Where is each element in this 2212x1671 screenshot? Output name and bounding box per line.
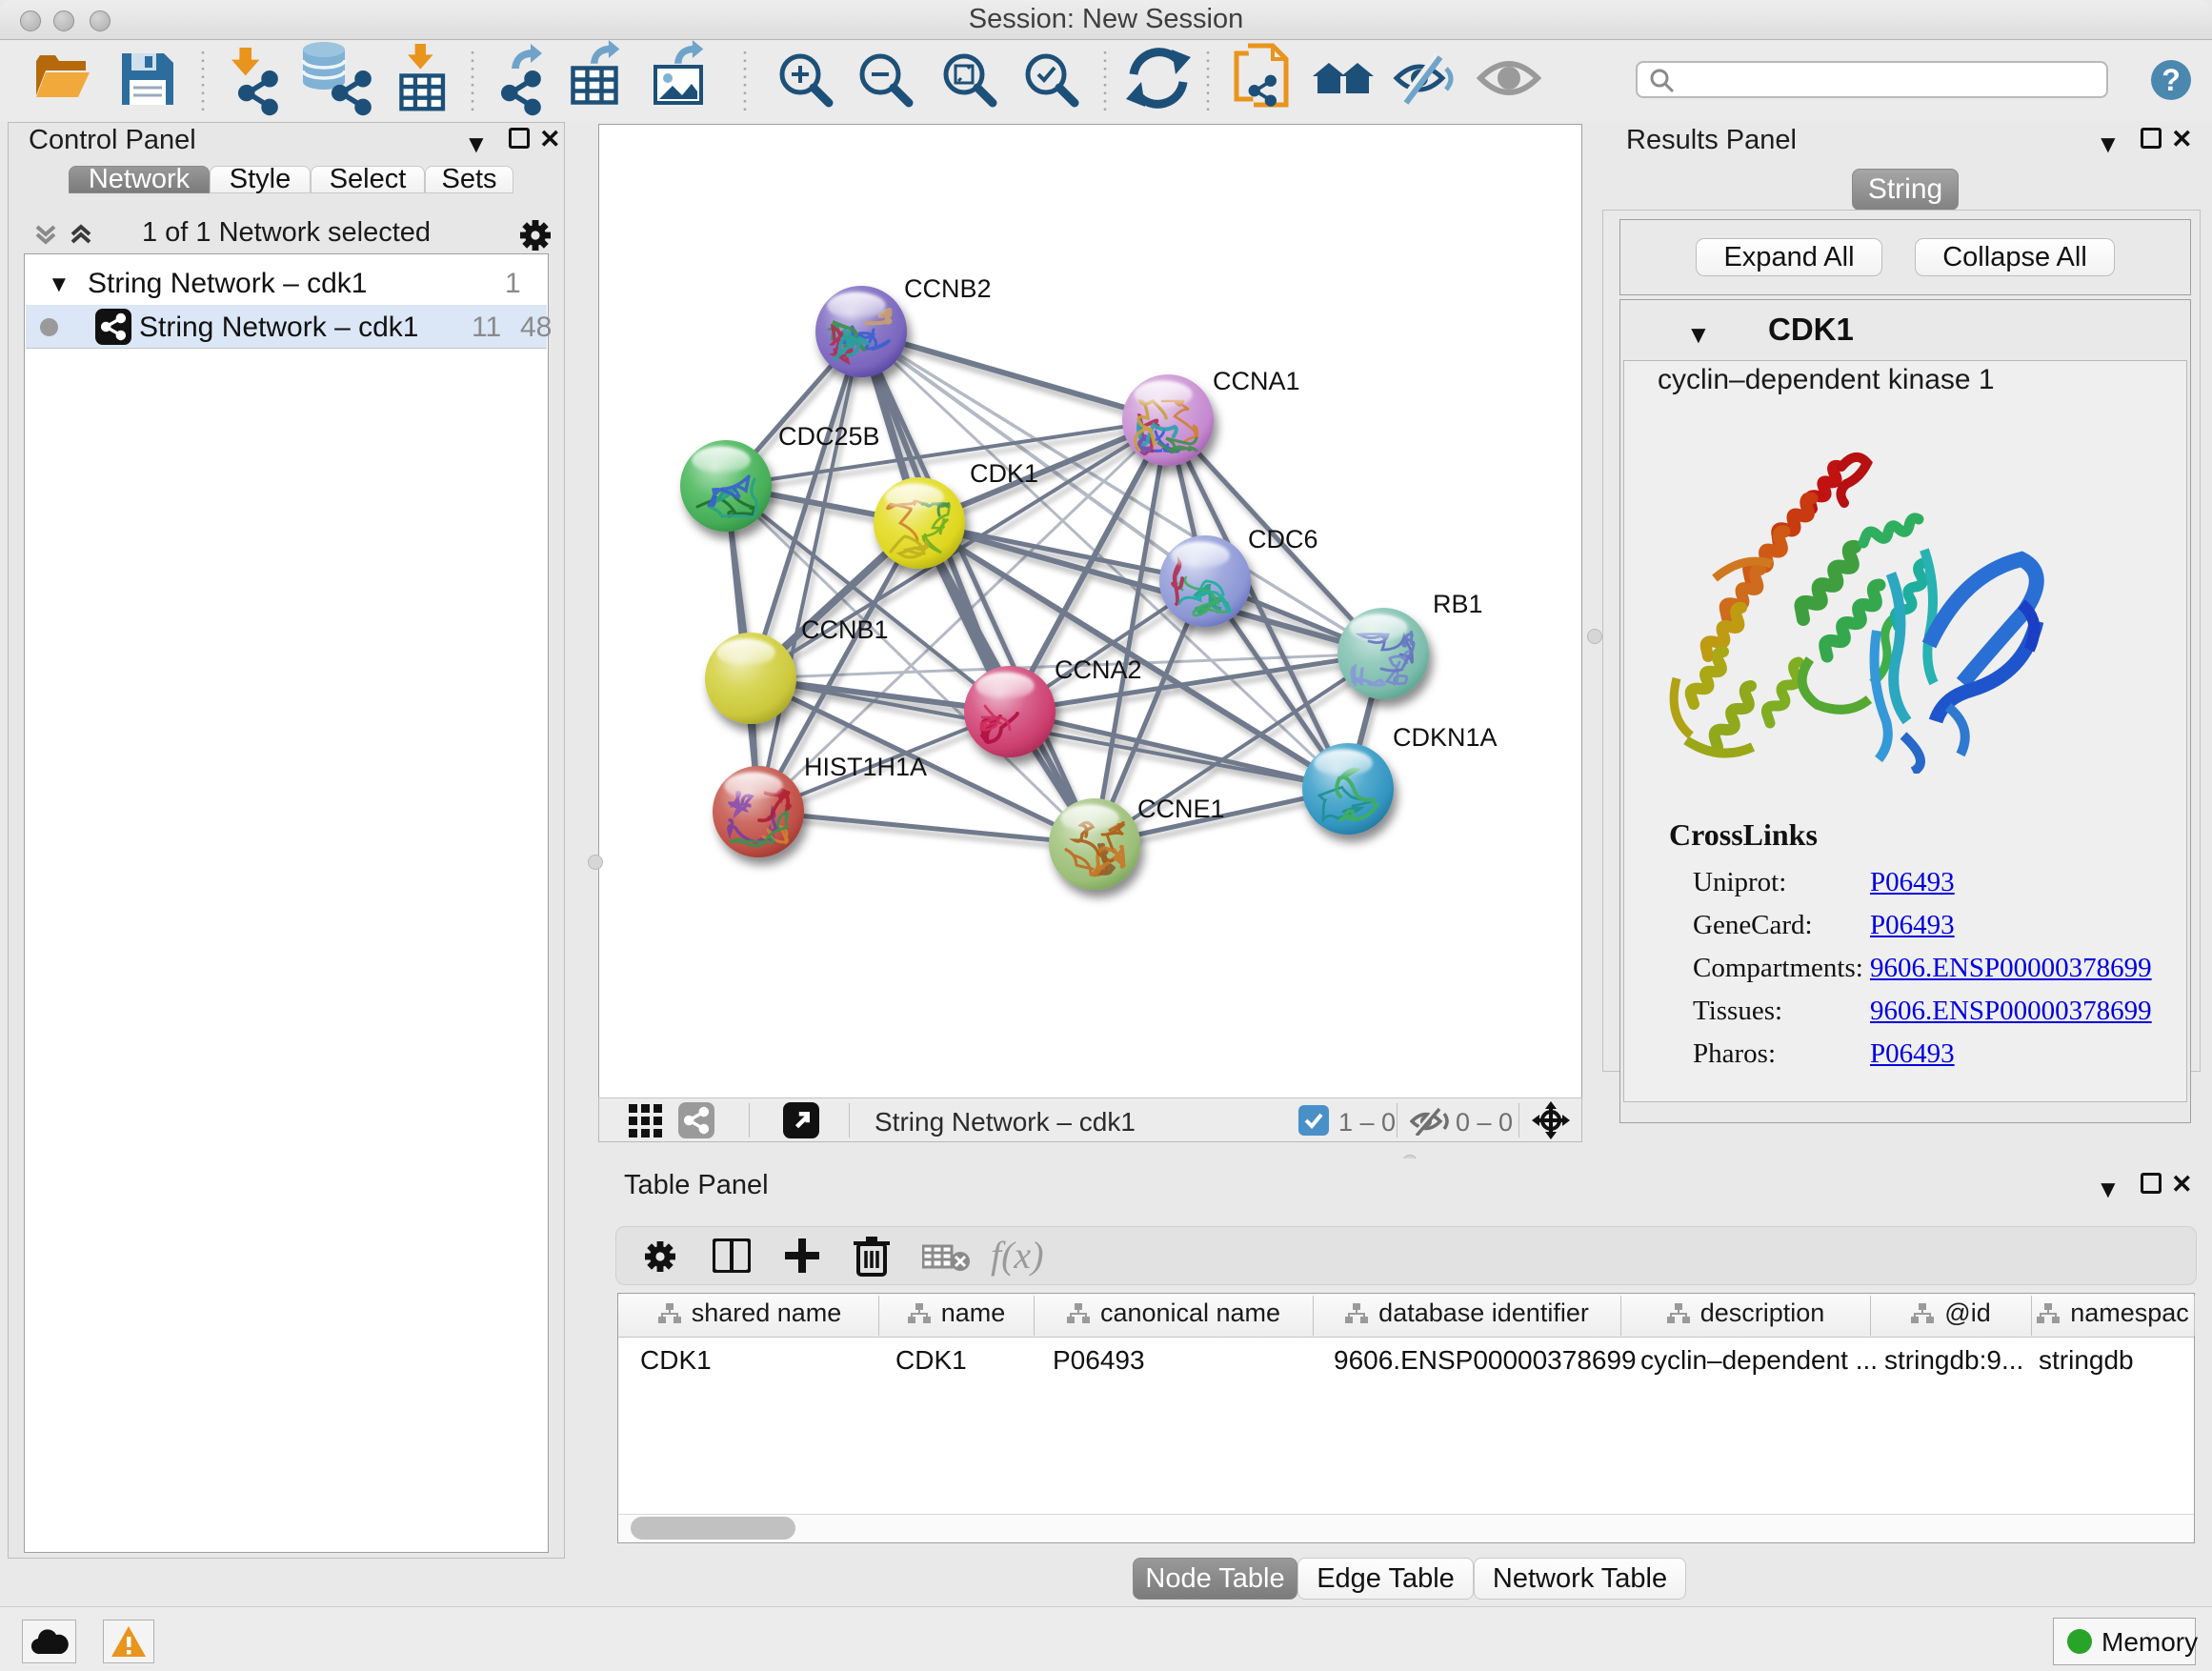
svg-text:CCNB2: CCNB2	[904, 274, 992, 303]
svg-text:CDKN1A: CDKN1A	[1393, 723, 1498, 752]
svg-text:CCNB1: CCNB1	[801, 615, 889, 644]
svg-text:CDC6: CDC6	[1248, 525, 1318, 554]
svg-text:HIST1H1A: HIST1H1A	[804, 753, 927, 781]
svg-text:CDK1: CDK1	[970, 459, 1038, 488]
svg-text:CCNE1: CCNE1	[1137, 795, 1225, 823]
svg-text:CCNA1: CCNA1	[1213, 367, 1300, 395]
svg-text:CDC25B: CDC25B	[778, 422, 880, 451]
svg-text:CCNA2: CCNA2	[1055, 655, 1142, 684]
svg-text:RB1: RB1	[1433, 590, 1483, 618]
